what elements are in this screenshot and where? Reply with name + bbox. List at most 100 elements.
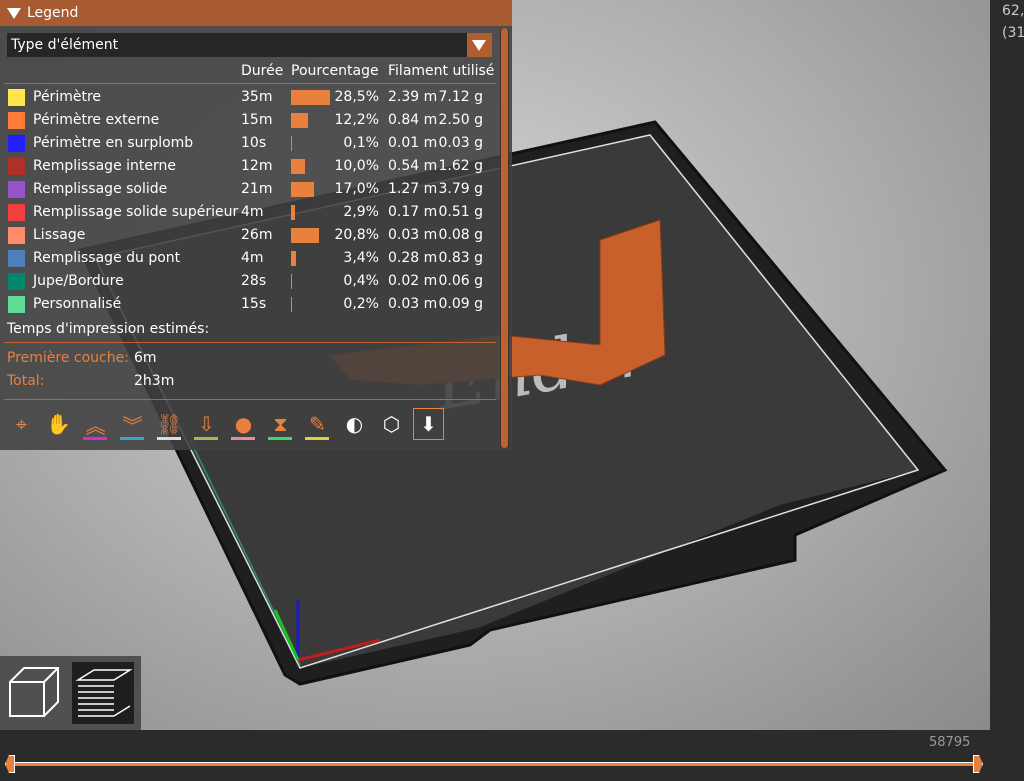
seam-icon[interactable]: ⛓ [154, 408, 185, 440]
wipe-icon[interactable]: ✋ [43, 408, 74, 440]
chevron-down-icon[interactable] [467, 33, 492, 57]
color-swatch [8, 204, 25, 221]
color-swatch [8, 250, 25, 267]
custom-gcode-icon[interactable]: ✎ [302, 408, 333, 440]
filament-weight: 0.09 g [438, 293, 483, 316]
legend-row[interactable]: Lissage 26m 20,8% 0.03 m 0.08 g [0, 224, 500, 247]
color-swatch [8, 158, 25, 175]
color-swatch [8, 135, 25, 152]
feature-duration: 21m [241, 178, 272, 201]
first-layer-value: 6m [134, 350, 157, 366]
feature-duration: 4m [241, 201, 264, 224]
color-swatch [8, 89, 25, 106]
pause-icon[interactable]: ⧗ [265, 408, 296, 440]
percentage-bar [291, 228, 319, 243]
filament-weight: 0.06 g [438, 270, 483, 293]
legend-panel: Legend Type d'élément Durée Pourcentage … [0, 0, 512, 450]
total-value: 2h3m [134, 373, 174, 389]
percentage-bar [291, 205, 295, 220]
shells-icon[interactable]: ⬡ [376, 408, 407, 440]
filament-weight: 7.12 g [438, 86, 483, 109]
filament-weight: 0.03 g [438, 132, 483, 155]
center-of-gravity-icon[interactable]: ◐ [339, 408, 370, 440]
color-swatch [8, 296, 25, 313]
feature-percentage: 2,9% [343, 201, 379, 224]
feature-name: Remplissage solide supérieur [33, 201, 238, 224]
legend-row[interactable]: Périmètre 35m 28,5% 2.39 m 7.12 g [0, 86, 500, 109]
feature-percentage: 28,5% [335, 86, 379, 109]
legend-row[interactable]: Personnalisé 15s 0,2% 0.03 m 0.09 g [0, 293, 500, 316]
deretraction-icon[interactable]: ︾ [117, 408, 148, 440]
feature-percentage: 0,4% [343, 270, 379, 293]
feature-percentage: 17,0% [335, 178, 379, 201]
color-swatch [8, 181, 25, 198]
legend-header[interactable]: Legend [0, 0, 512, 26]
legend-row[interactable]: Remplissage solide 21m 17,0% 1.27 m 3.79… [0, 178, 500, 201]
layers-view-button[interactable] [72, 662, 134, 724]
legend-row[interactable]: Jupe/Bordure 28s 0,4% 0.02 m 0.06 g [0, 270, 500, 293]
filament-length: 0.54 m [388, 155, 437, 178]
horizontal-slider-track[interactable] [10, 762, 982, 766]
percentage-bar [291, 182, 314, 197]
column-percentage: Pourcentage [291, 63, 379, 79]
filament-weight: 0.08 g [438, 224, 483, 247]
color-swatch [8, 273, 25, 290]
3d-view-button[interactable] [4, 662, 66, 724]
color-swatch [8, 227, 25, 244]
feature-percentage: 0,2% [343, 293, 379, 316]
feature-percentage: 20,8% [335, 224, 379, 247]
slider-max-value: 58795 [929, 735, 970, 750]
coord-line-2: (31 [1002, 22, 1024, 44]
feature-duration: 15s [241, 293, 266, 316]
feature-duration: 12m [241, 155, 272, 178]
percentage-bar [291, 113, 308, 128]
filament-length: 0.84 m [388, 109, 437, 132]
tool-marker-icon[interactable]: ⬇ [413, 408, 444, 440]
filament-weight: 2.50 g [438, 109, 483, 132]
feature-duration: 35m [241, 86, 272, 109]
legend-row[interactable]: Périmètre externe 15m 12,2% 0.84 m 2.50 … [0, 109, 500, 132]
legend-row[interactable]: Périmètre en surplomb 10s 0,1% 0.01 m 0.… [0, 132, 500, 155]
estimated-times-title: Temps d'impression estimés: [7, 321, 209, 337]
legend-row[interactable]: Remplissage du pont 4m 3,4% 0.28 m 0.83 … [0, 247, 500, 270]
feature-percentage: 3,4% [343, 247, 379, 270]
total-label: Total: [7, 373, 44, 389]
first-layer-label: Première couche: [7, 350, 129, 366]
column-filament: Filament utilisé [388, 63, 494, 79]
filament-length: 0.28 m [388, 247, 437, 270]
filament-length: 0.01 m [388, 132, 437, 155]
percentage-bar [291, 136, 292, 151]
feature-name: Lissage [33, 224, 85, 247]
legend-row[interactable]: Remplissage interne 12m 10,0% 0.54 m 1.6… [0, 155, 500, 178]
filament-weight: 0.83 g [438, 247, 483, 270]
legend-scrollbar[interactable] [500, 28, 509, 448]
slider-upper-thumb[interactable] [973, 755, 983, 773]
legend-row[interactable]: Remplissage solide supérieur 4m 2,9% 0.1… [0, 201, 500, 224]
legend-title: Legend [27, 5, 78, 21]
feature-name: Personnalisé [33, 293, 121, 316]
filament-length: 1.27 m [388, 178, 437, 201]
feature-percentage: 10,0% [335, 155, 379, 178]
feature-name: Remplissage solide [33, 178, 167, 201]
view-type-value: Type d'élément [11, 37, 118, 53]
coord-line-1: 62, [1002, 0, 1024, 22]
travel-icon[interactable]: ⌖ [6, 408, 37, 440]
column-duration: Durée [241, 63, 283, 79]
feature-duration: 10s [241, 132, 266, 155]
feature-name: Jupe/Bordure [33, 270, 124, 293]
filament-length: 2.39 m [388, 86, 437, 109]
filament-length: 0.03 m [388, 293, 437, 316]
legend-toolbar: ⌖✋︽︾⛓⇩●⧗✎◐⬡⬇ [6, 408, 444, 440]
slider-lower-thumb[interactable] [5, 755, 15, 773]
filament-length: 0.17 m [388, 201, 437, 224]
color-change-icon[interactable]: ● [228, 408, 259, 440]
view-type-select[interactable]: Type d'élément [7, 33, 492, 57]
tool-change-icon[interactable]: ⇩ [191, 408, 222, 440]
retraction-icon[interactable]: ︽ [80, 408, 111, 440]
filament-length: 0.02 m [388, 270, 437, 293]
feature-name: Périmètre externe [33, 109, 159, 132]
filament-length: 0.03 m [388, 224, 437, 247]
feature-duration: 15m [241, 109, 272, 132]
collapse-icon [7, 8, 21, 19]
percentage-bar [291, 251, 296, 266]
